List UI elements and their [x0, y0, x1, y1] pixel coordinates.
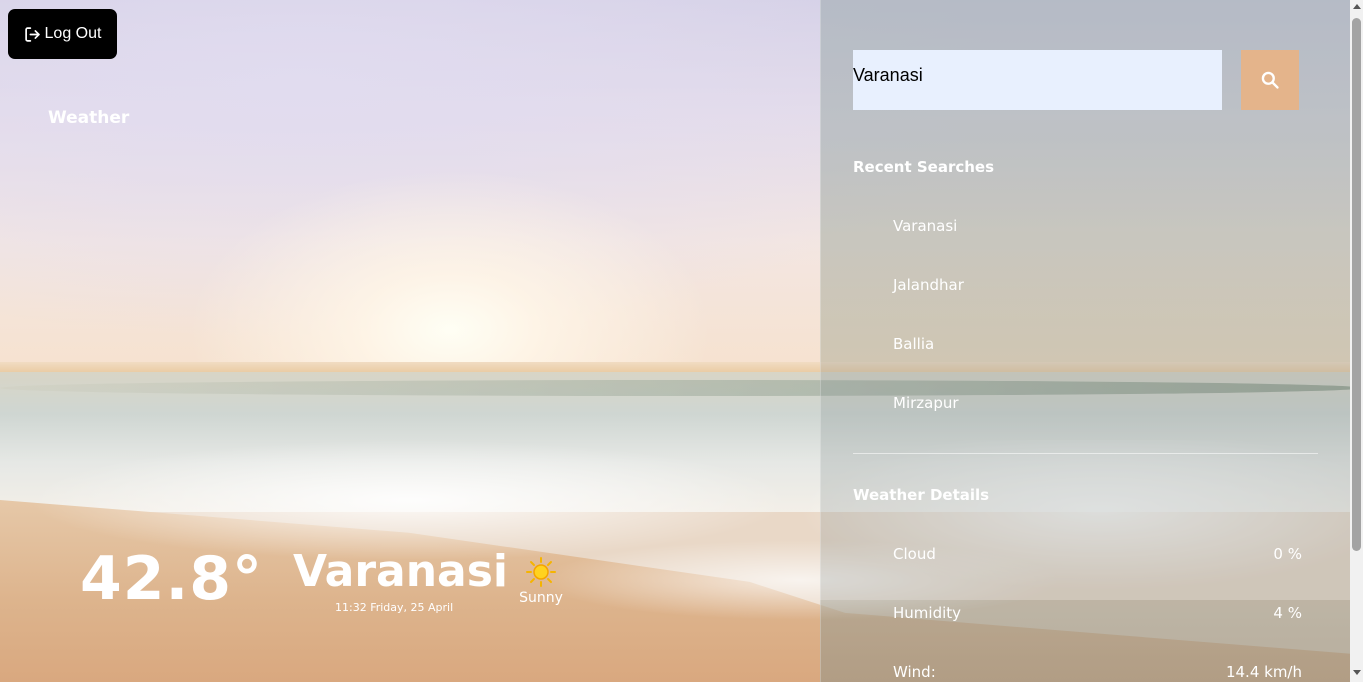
search-icon	[1261, 71, 1279, 89]
search-button[interactable]	[1241, 50, 1299, 110]
scroll-down-arrow-icon[interactable]	[1353, 670, 1361, 675]
scrollbar[interactable]	[1350, 0, 1363, 682]
location-block: Varanasi 11:32 Friday, 25 April	[293, 546, 509, 614]
brand-title: Weather	[48, 108, 130, 128]
weather-details-title: Weather Details	[853, 486, 990, 504]
recent-searches-title: Recent Searches	[853, 158, 995, 176]
section-divider	[853, 453, 1318, 454]
detail-value: 14.4 km/h	[1225, 663, 1302, 681]
detail-value: 0 %	[1273, 545, 1302, 563]
logout-label: Log Out	[44, 25, 102, 42]
date-time: 11:32 Friday, 25 April	[335, 601, 454, 614]
detail-label: Humidity	[893, 604, 962, 622]
scroll-up-arrow-icon[interactable]	[1353, 4, 1361, 9]
scrollbar-thumb[interactable]	[1352, 18, 1361, 551]
detail-label: Wind:	[893, 663, 936, 681]
detail-value: 4 %	[1273, 604, 1302, 622]
detail-label: Cloud	[893, 545, 936, 563]
detail-row-wind: Wind: 14.4 km/h	[893, 663, 1302, 682]
logout-button[interactable]: Log Out	[8, 9, 117, 59]
city-name: Varanasi	[293, 546, 509, 597]
recent-search-item[interactable]: Jalandhar	[893, 276, 964, 294]
recent-search-item[interactable]: Mirzapur	[893, 394, 959, 412]
temperature: 42.8°	[80, 544, 264, 614]
recent-search-item[interactable]: Varanasi	[893, 217, 957, 235]
detail-row-cloud: Cloud 0 %	[893, 545, 1302, 567]
sun-icon	[526, 557, 556, 587]
recent-search-item[interactable]: Ballia	[893, 335, 934, 353]
search-input[interactable]	[853, 50, 1222, 110]
condition-block: Sunny	[512, 556, 570, 606]
logout-icon	[24, 26, 40, 42]
detail-row-humidity: Humidity 4 %	[893, 604, 1302, 626]
condition-text: Sunny	[519, 590, 563, 606]
